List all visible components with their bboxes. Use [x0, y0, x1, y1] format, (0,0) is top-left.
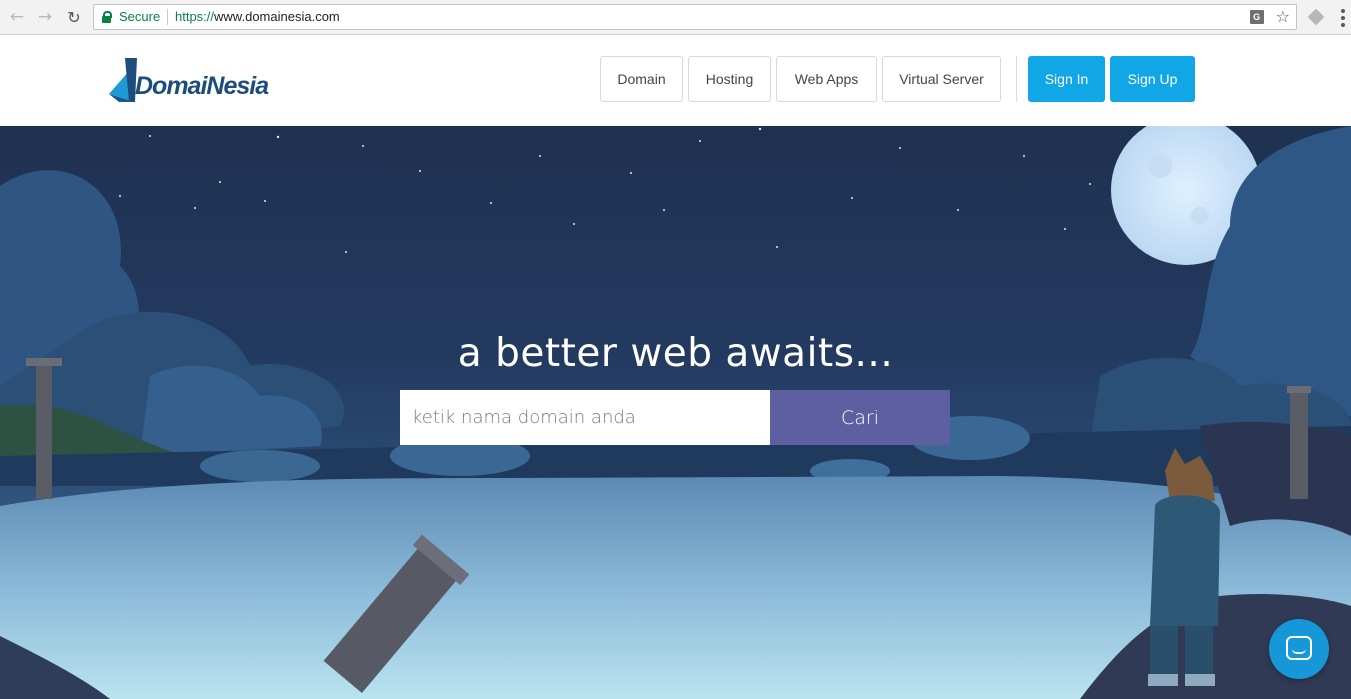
- search-button[interactable]: Cari: [770, 390, 950, 445]
- lock-icon: [102, 11, 112, 23]
- hero-section: a better web awaits... Cari: [0, 126, 1351, 699]
- nav-web-apps[interactable]: Web Apps: [776, 56, 877, 102]
- forward-icon[interactable]: →: [34, 6, 56, 28]
- right-pillar: [1290, 391, 1308, 499]
- extension-icon[interactable]: [1307, 8, 1325, 26]
- chat-icon: [1286, 636, 1312, 660]
- nav-divider: [1016, 56, 1017, 102]
- logo[interactable]: DomaiNesia: [105, 58, 269, 104]
- domain-search-input[interactable]: [400, 390, 770, 445]
- back-icon[interactable]: ←: [6, 6, 28, 28]
- nav-virtual-server[interactable]: Virtual Server: [882, 56, 1001, 102]
- site-header: DomaiNesia Domain Hosting Web Apps Virtu…: [0, 35, 1351, 126]
- nav-hosting[interactable]: Hosting: [688, 56, 771, 102]
- stars: [119, 127, 1091, 253]
- reload-icon[interactable]: ↻: [63, 6, 85, 28]
- sign-in-button[interactable]: Sign In: [1028, 56, 1105, 102]
- secure-label: Secure: [119, 9, 161, 24]
- url-separator: [167, 9, 168, 25]
- sign-up-button[interactable]: Sign Up: [1110, 56, 1195, 102]
- chat-launcher-button[interactable]: [1269, 619, 1329, 679]
- url-text[interactable]: https://www.domainesia.com: [175, 9, 340, 24]
- hero-title: a better web awaits...: [457, 331, 894, 376]
- browser-menu-icon[interactable]: [1341, 9, 1345, 27]
- left-pillar: [36, 364, 52, 499]
- address-bar[interactable]: Secure https://www.domainesia.com G ☆: [93, 4, 1297, 30]
- browser-toolbar: ← → ↻ Secure https://www.domainesia.com …: [0, 0, 1351, 35]
- logo-text: DomaiNesia: [135, 72, 269, 100]
- nav-domain[interactable]: Domain: [600, 56, 683, 102]
- star-icon[interactable]: ☆: [1276, 8, 1290, 26]
- translate-icon[interactable]: G: [1249, 10, 1264, 24]
